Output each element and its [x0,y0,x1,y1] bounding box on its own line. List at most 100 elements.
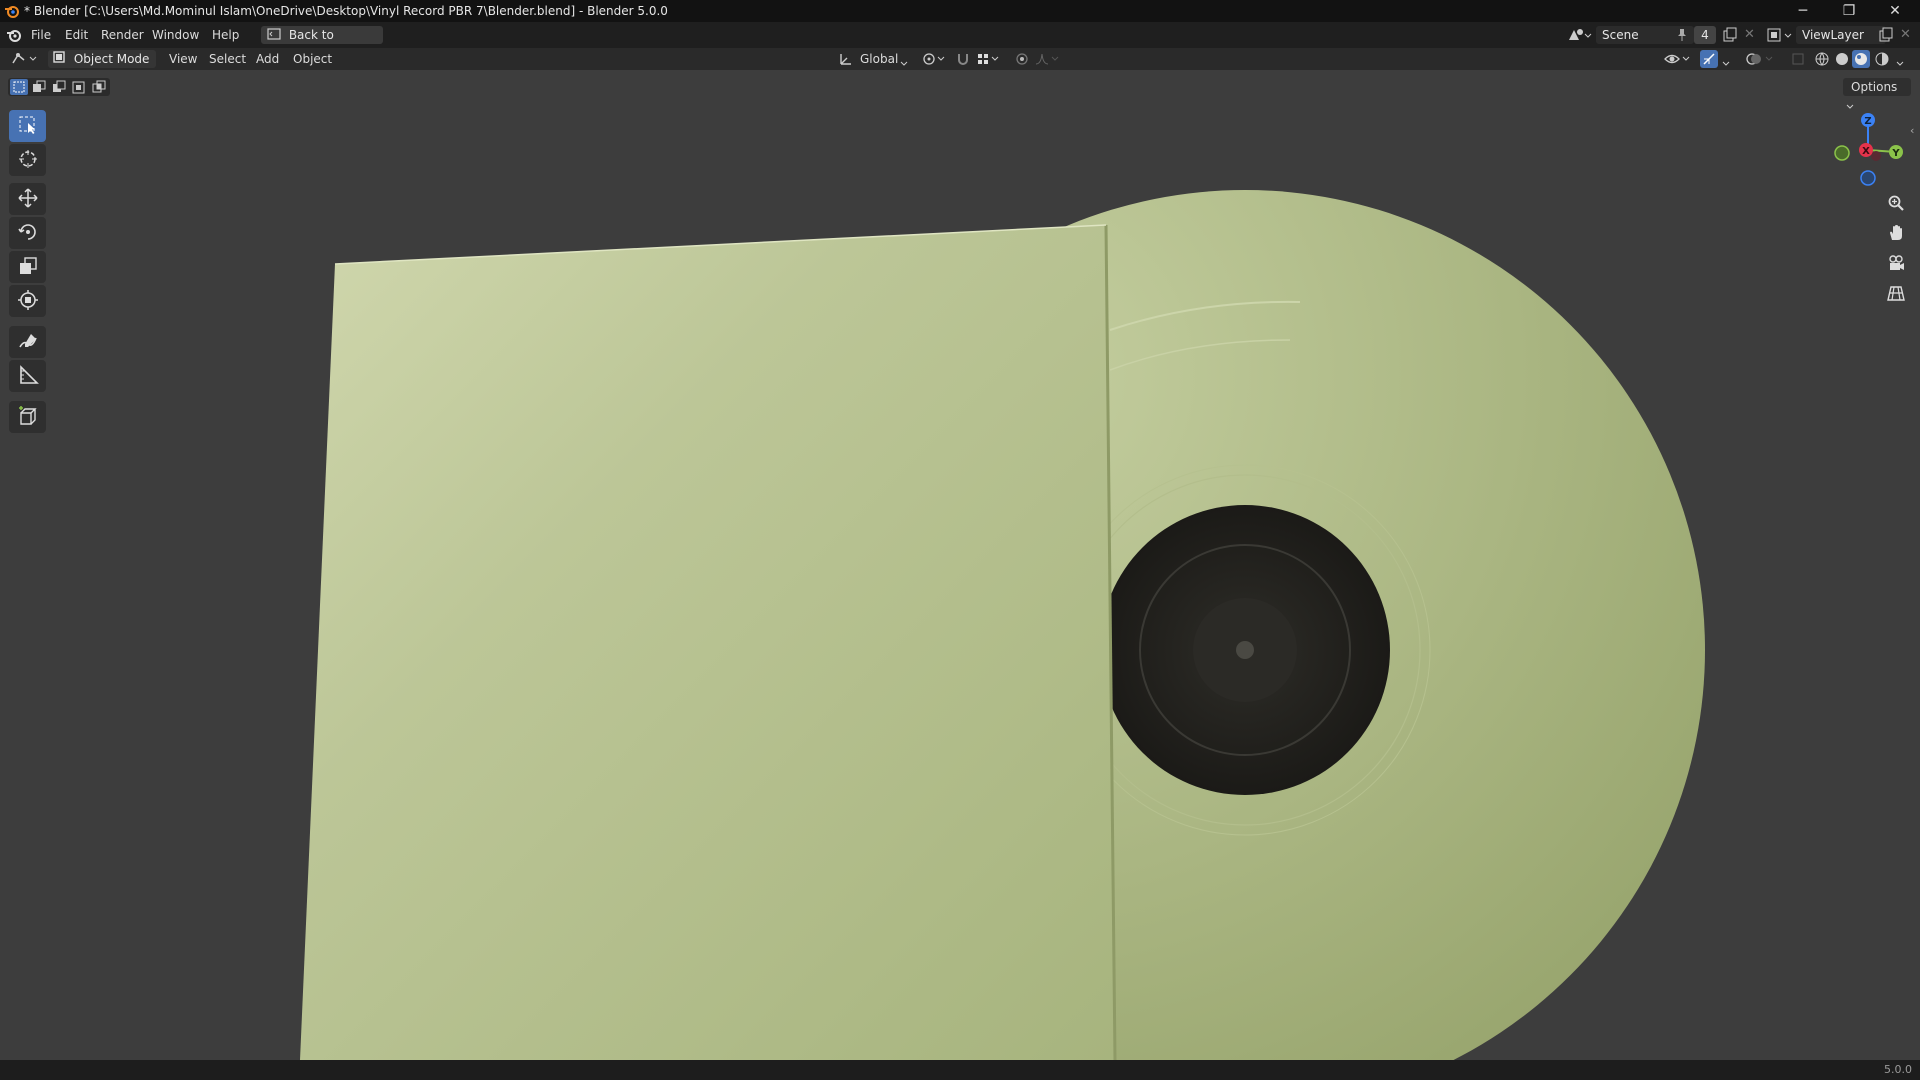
tool-measure[interactable] [9,360,46,392]
top-menu-bar: File Edit Render Window Help Back to Pre… [0,22,1920,61]
selection-mode-group [8,78,110,96]
gizmo-neg-z[interactable] [1860,170,1876,186]
shading-wireframe-icon[interactable] [1814,51,1830,70]
navigation-gizmo[interactable]: Z Y X [1820,106,1910,196]
tool-select-box[interactable] [9,110,46,142]
blender-logo-icon [4,3,20,22]
shading-dropdown-icon[interactable] [1896,56,1904,70]
title-bar: * Blender [C:\Users\Md.Mominul Islam\One… [0,0,1920,22]
visibility-icon[interactable] [1664,51,1692,70]
status-bar: 5.0.0 [0,1060,1920,1080]
mode-label: Object Mode [73,52,150,66]
select-subtract-icon[interactable] [50,79,68,98]
perspective-toggle-button[interactable] [1882,280,1910,308]
delete-view-layer-icon[interactable]: ✕ [1900,27,1911,42]
gizmo-z-label: Z [1864,116,1871,127]
measure-icon [17,364,39,389]
view-layer-field[interactable]: ViewLayer [1796,26,1886,44]
header-menu-object[interactable]: Object [293,48,332,70]
camera-view-button[interactable] [1882,250,1910,278]
menu-help[interactable]: Help [212,22,239,48]
options-label: Options [1851,80,1898,94]
tool-transform[interactable] [9,285,46,317]
gizmo-dropdown-icon[interactable] [1722,56,1730,70]
new-scene-icon[interactable] [1722,27,1738,46]
move-icon [17,187,39,212]
transform-orientation-label[interactable]: Global [860,48,898,70]
window-title: * Blender [C:\Users\Md.Mominul Islam\One… [24,4,668,18]
sidebar-toggle-icon[interactable]: ‹ [1910,124,1914,137]
record-sleeve [300,224,1117,1060]
gizmo-neg-y[interactable] [1834,145,1850,161]
tool-add-cube[interactable] [9,401,46,433]
view-layer-name: ViewLayer [1802,28,1864,42]
version-label: 5.0.0 [1884,1063,1912,1076]
back-icon [267,27,281,45]
zoom-icon [1887,194,1905,215]
select-invert-icon[interactable] [70,79,88,98]
orientation-chevron-icon[interactable] [900,56,908,70]
gizmo-y-label: Y [1891,148,1900,159]
camera-icon [1887,254,1905,275]
mode-selector[interactable]: Object Mode [48,50,156,82]
annotate-icon [17,330,39,355]
scene-icon[interactable] [1566,26,1592,47]
menu-window[interactable]: Window [152,22,199,48]
tool-move[interactable] [9,183,46,215]
viewport-scene [300,190,1705,1060]
falloff-icon[interactable] [1034,51,1060,70]
rotate-icon [17,221,39,246]
view-layer-icon[interactable] [1766,26,1794,47]
scene-name: Scene [1602,28,1639,42]
pin-icon[interactable] [1676,28,1688,45]
overlays-icon[interactable] [1746,51,1776,70]
object-mode-icon [52,50,66,69]
scale-icon [17,255,39,280]
menu-render[interactable]: Render [101,22,144,48]
select-box-icon [17,114,39,139]
tool-scale[interactable] [9,251,46,283]
header-menu-select[interactable]: Select [209,48,246,70]
tool-rotate[interactable] [9,217,46,249]
scene-user-count[interactable]: 4 [1694,26,1716,44]
tool-cursor[interactable] [9,144,46,176]
minimize-button[interactable]: ─ [1780,0,1826,22]
3d-viewport[interactable]: Options ‹ Z Y X [0,70,1920,1060]
gizmo-x-label: X [1862,146,1870,157]
editor-type-icon[interactable] [10,51,40,70]
menu-file[interactable]: File [31,22,51,48]
select-extend-icon[interactable] [30,79,48,98]
xray-icon[interactable] [1790,51,1806,70]
header-menu-add[interactable]: Add [256,48,279,70]
proportional-editing-icon[interactable] [1014,51,1030,70]
record-label [1100,505,1390,795]
gizmo-toggle-button[interactable] [1700,50,1718,68]
viewport-header: Object Mode View Select Add Object Globa… [0,48,1920,82]
header-menu-view[interactable]: View [169,48,197,70]
tool-annotate[interactable] [9,326,46,358]
select-new-icon[interactable] [10,79,28,95]
shading-solid-icon[interactable] [1834,51,1850,70]
shading-material-button[interactable] [1852,50,1870,68]
grid-icon [1887,284,1905,305]
shading-rendered-icon[interactable] [1874,51,1890,70]
back-to-previous-button[interactable]: Back to Previous [261,26,383,61]
hand-icon [1887,224,1905,245]
blender-menu-icon[interactable] [6,27,22,46]
pan-button[interactable] [1882,220,1910,248]
snap-icon[interactable] [955,51,971,70]
maximize-button[interactable]: ❐ [1826,0,1872,22]
new-view-layer-icon[interactable] [1878,27,1894,46]
delete-scene-icon[interactable]: ✕ [1744,27,1755,42]
options-button[interactable]: Options [1843,78,1911,109]
pivot-point-icon[interactable] [922,51,948,70]
close-button[interactable]: ✕ [1872,0,1918,22]
cursor-icon [17,148,39,173]
transform-orientation-icon[interactable] [838,51,854,70]
select-intersect-icon[interactable] [90,79,108,98]
transform-icon [17,289,39,314]
snap-target-icon[interactable] [976,51,1002,70]
zoom-button[interactable] [1882,190,1910,218]
menu-edit[interactable]: Edit [65,22,88,48]
add-cube-icon [17,405,39,430]
